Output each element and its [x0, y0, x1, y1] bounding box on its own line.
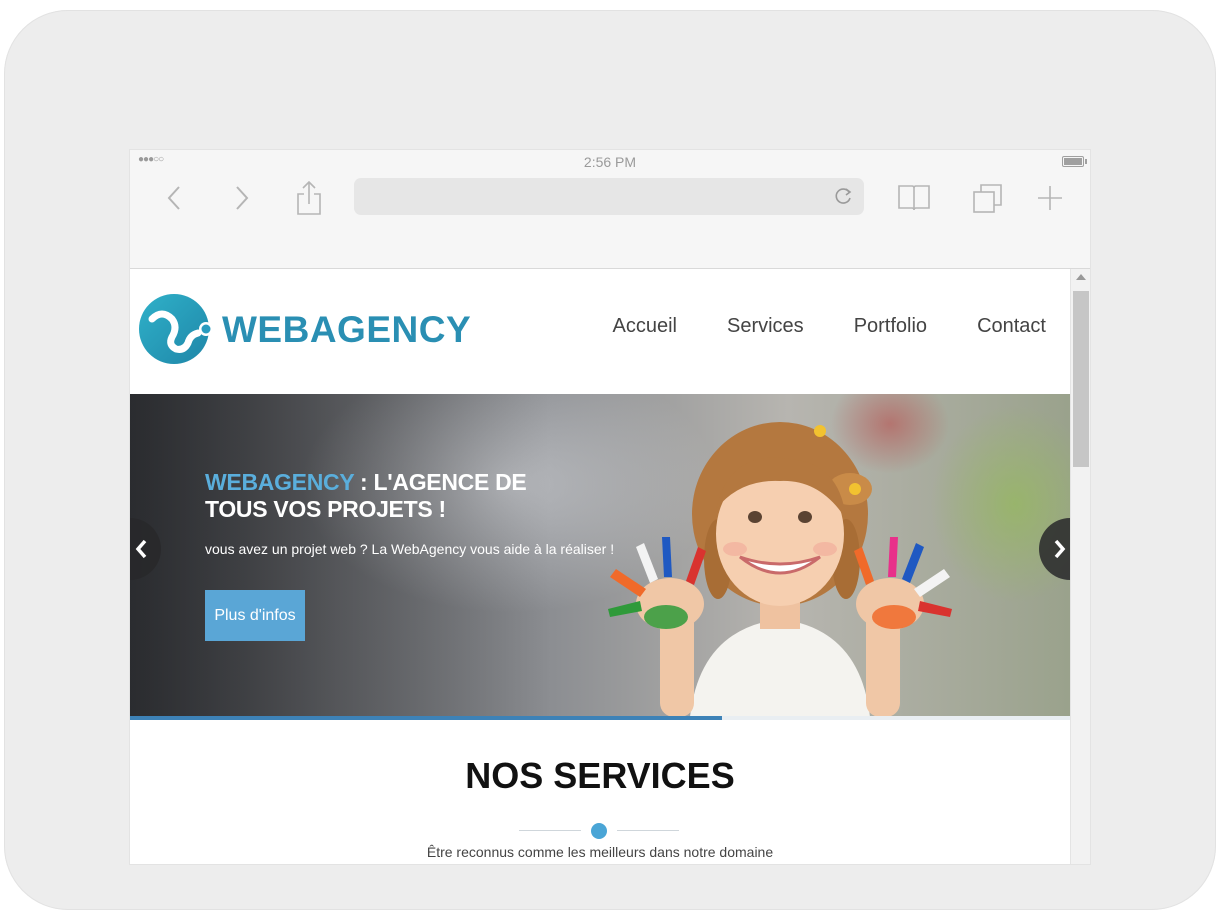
section-divider — [519, 823, 679, 839]
forward-icon — [236, 186, 249, 210]
next-slide-icon — [1054, 539, 1066, 559]
hero-title: WEBAGENCY : L'AGENCE DE TOUS VOS PROJETS… — [205, 469, 585, 523]
hero-slider: WEBAGENCY : L'AGENCE DE TOUS VOS PROJETS… — [130, 394, 1070, 717]
main-nav: Accueil Services Portfolio Contact — [613, 315, 1047, 338]
nav-item-services[interactable]: Services — [727, 315, 804, 338]
reload-button[interactable] — [834, 186, 854, 211]
new-tab-button[interactable] — [1034, 178, 1066, 218]
vertical-scrollbar[interactable] — [1070, 269, 1090, 864]
battery-icon — [1062, 156, 1087, 167]
slide-progress-bar — [130, 716, 723, 720]
browser-window: ●●●○○ 2:56 PM WEBAGENCY Accueil Services… — [130, 150, 1090, 864]
browser-toolbar: ●●●○○ 2:56 PM — [130, 150, 1090, 269]
tabs-icon — [973, 184, 1002, 213]
address-bar[interactable] — [354, 178, 864, 215]
back-icon — [167, 186, 180, 210]
reload-icon — [835, 188, 852, 204]
divider-dot — [591, 823, 607, 839]
bookmarks-button[interactable] — [896, 178, 932, 218]
tabs-button[interactable] — [970, 178, 1006, 218]
scroll-thumb[interactable] — [1073, 291, 1089, 467]
nav-item-contact[interactable]: Contact — [977, 315, 1046, 338]
bookmarks-icon — [898, 185, 930, 211]
back-button[interactable] — [162, 178, 186, 218]
prev-slide-icon — [135, 539, 147, 559]
new-tab-icon — [1038, 186, 1062, 210]
scroll-up-icon[interactable] — [1076, 274, 1086, 280]
share-button[interactable] — [294, 178, 324, 218]
more-info-button[interactable]: Plus d'infos — [205, 590, 305, 641]
site-header: WEBAGENCY Accueil Services Portfolio Con… — [130, 269, 1070, 394]
services-subtitle: Être reconnus comme les meilleurs dans n… — [426, 844, 774, 860]
web-page: WEBAGENCY Accueil Services Portfolio Con… — [130, 269, 1070, 864]
hero-child-image — [608, 422, 952, 717]
hero-title-accent: WEBAGENCY — [205, 469, 354, 495]
hero-subtitle: vous avez un projet web ? La WebAgency v… — [205, 541, 615, 557]
status-time: 2:56 PM — [583, 154, 637, 170]
nav-item-portfolio[interactable]: Portfolio — [854, 315, 927, 338]
share-icon — [297, 180, 321, 215]
logo-icon[interactable] — [138, 293, 216, 372]
forward-button[interactable] — [230, 178, 254, 218]
nav-item-accueil[interactable]: Accueil — [613, 315, 677, 338]
brand-name[interactable]: WEBAGENCY — [222, 309, 471, 351]
services-title: NOS SERVICES — [465, 755, 735, 796]
